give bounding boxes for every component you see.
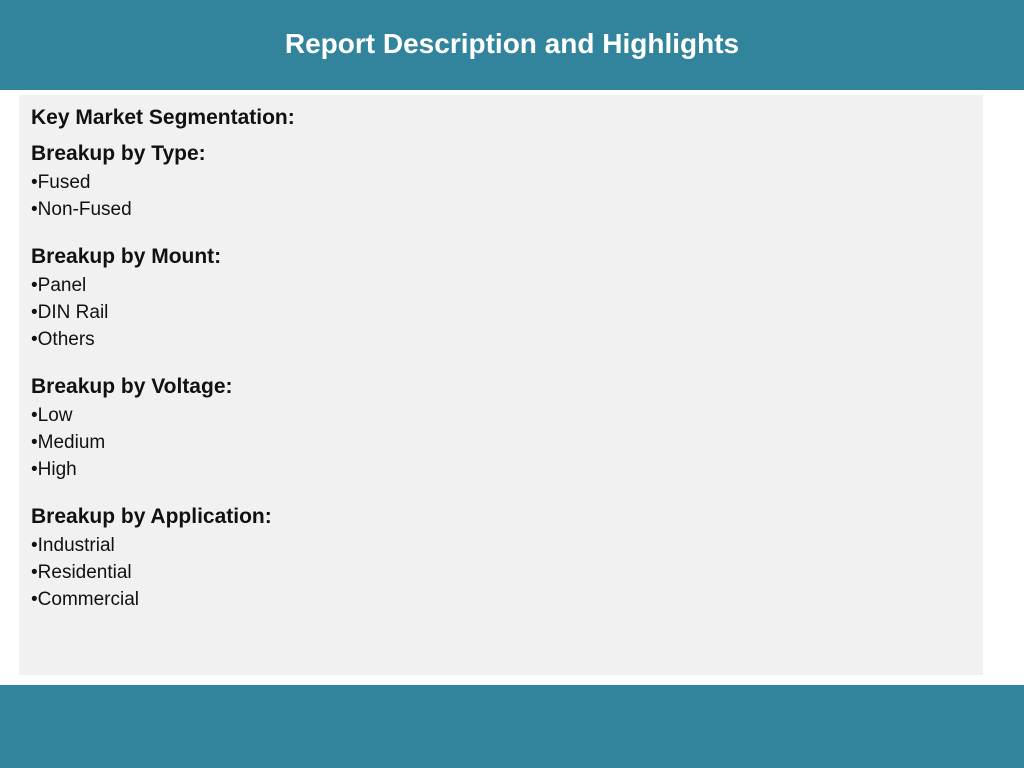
list-item: •Commercial (31, 589, 139, 610)
type-group: Breakup by Type: •Fused •Non-Fused (31, 141, 971, 223)
list-item: •Fused (31, 172, 91, 193)
group-title: Breakup by Type: (31, 142, 206, 165)
mount-group: Breakup by Mount: •Panel •DIN Rail •Othe… (31, 244, 971, 353)
footer-band (0, 685, 1024, 768)
list-item: •DIN Rail (31, 302, 109, 323)
segmentation-title: Key Market Segmentation: (31, 106, 295, 129)
voltage-group: Breakup by Voltage: •Low •Medium •High (31, 374, 971, 483)
page-title: Report Description and Highlights (284, 28, 740, 59)
list-item: •Industrial (31, 535, 115, 556)
list-item: •Non-Fused (31, 199, 132, 220)
list-item: •Medium (31, 432, 106, 453)
group-title: Breakup by Mount: (31, 245, 222, 268)
list-item: •Panel (31, 275, 87, 296)
list-item: •Low (31, 405, 73, 426)
group-title: Breakup by Voltage: (31, 375, 233, 398)
list-item: •High (31, 459, 77, 480)
header-band: Report Description and Highlights (0, 0, 1024, 90)
application-group: Breakup by Application: •Industrial •Res… (31, 504, 971, 613)
group-title: Breakup by Application: (31, 505, 272, 528)
list-item: •Residential (31, 562, 132, 583)
segmentation-panel: Key Market Segmentation: Breakup by Type… (19, 95, 983, 675)
list-item: •Others (31, 329, 95, 350)
